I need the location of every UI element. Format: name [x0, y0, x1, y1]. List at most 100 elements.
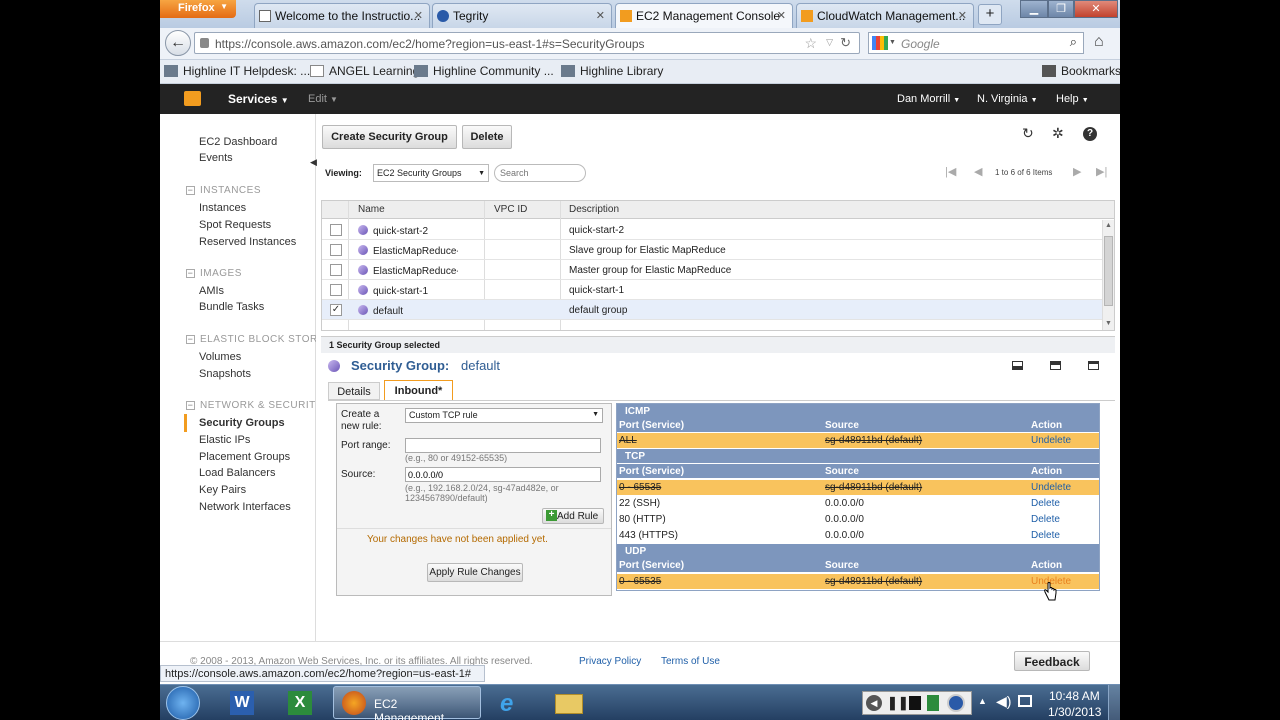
row-checkbox[interactable]	[330, 264, 342, 276]
back-arrow-icon[interactable]: ←	[165, 30, 191, 56]
last-page-icon[interactable]: ▶|	[1096, 165, 1107, 178]
row-checkbox[interactable]	[330, 284, 342, 296]
sidebar-item-key-pairs[interactable]: Key Pairs	[199, 484, 246, 496]
tab-ec2-console[interactable]: EC2 Management Console ✕	[615, 3, 793, 28]
rule-type-select[interactable]: Custom TCP rule ▼	[405, 408, 603, 423]
collapse-icon[interactable]: −	[186, 269, 195, 278]
delete-button[interactable]: Delete	[462, 125, 512, 149]
tab-tegrity[interactable]: Tegrity ✕	[432, 3, 612, 28]
table-row[interactable]: ElasticMapReduce-slave Slave group for El…	[322, 240, 1102, 260]
clock-date[interactable]: 1/30/2013	[1048, 705, 1101, 719]
table-row-selected[interactable]: ✓ default default group	[322, 300, 1102, 320]
search-icon[interactable]: ⌕	[1070, 34, 1077, 50]
sidebar-item-ec2-dashboard[interactable]: EC2 Dashboard	[199, 136, 277, 148]
volume-icon[interactable]: ◀)	[996, 693, 1011, 710]
services-menu[interactable]: Services ▼	[228, 92, 289, 106]
sidebar-item-elastic-ips[interactable]: Elastic IPs	[199, 434, 250, 446]
collapse-sidebar-icon[interactable]: ◀	[310, 157, 317, 168]
dropdown-icon[interactable]: ▽	[826, 37, 833, 48]
reload-icon[interactable]: ↻	[840, 35, 851, 51]
aws-logo-icon[interactable]	[184, 91, 201, 106]
new-tab-button[interactable]: +	[978, 4, 1002, 25]
panel-layout-icon[interactable]	[1050, 361, 1061, 370]
terms-of-use-link[interactable]: Terms of Use	[661, 656, 720, 667]
bookmarks-menu[interactable]: Bookmarks	[1042, 64, 1120, 78]
close-window-button[interactable]: ✕	[1074, 0, 1118, 18]
sidebar-item-instances[interactable]: Instances	[199, 202, 246, 214]
column-header-vpc-id[interactable]: VPC ID	[484, 201, 560, 219]
sidebar-section-instances[interactable]: − INSTANCES	[186, 185, 261, 196]
clock-time[interactable]: 10:48 AM	[1049, 689, 1100, 703]
sidebar-item-bundle-tasks[interactable]: Bundle Tasks	[199, 301, 264, 313]
stop-icon[interactable]	[909, 696, 921, 710]
refresh-icon[interactable]: ↻	[1022, 125, 1034, 142]
pause-icon[interactable]: ❚❚	[887, 695, 909, 711]
network-icon[interactable]	[1018, 695, 1032, 707]
close-icon[interactable]: ✕	[777, 9, 786, 22]
column-header-description[interactable]: Description	[560, 201, 1114, 219]
sidebar-item-reserved-instances[interactable]: Reserved Instances	[199, 236, 296, 248]
sidebar-section-ebs[interactable]: − ELASTIC BLOCK STORE	[186, 334, 316, 345]
show-desktop-button[interactable]	[1108, 685, 1120, 720]
close-icon[interactable]: ✕	[958, 9, 967, 22]
sidebar-item-placement-groups[interactable]: Placement Groups	[199, 451, 290, 463]
sidebar-section-images[interactable]: − IMAGES	[186, 268, 242, 279]
sidebar-item-spot-requests[interactable]: Spot Requests	[199, 219, 271, 231]
next-page-icon[interactable]: ▶	[1073, 165, 1081, 178]
create-security-group-button[interactable]: Create Security Group	[322, 125, 457, 149]
delete-link[interactable]: Delete	[1031, 514, 1060, 525]
help-icon[interactable]: ?	[1083, 127, 1097, 141]
panel-layout-icon[interactable]	[1012, 361, 1023, 370]
sidebar-item-security-groups[interactable]: Security Groups	[199, 417, 285, 429]
sidebar-item-network-interfaces[interactable]: Network Interfaces	[199, 501, 291, 513]
row-checkbox[interactable]	[330, 244, 342, 256]
table-row[interactable]: ElasticMapReduce-maste Master group for E…	[322, 260, 1102, 280]
row-checkbox[interactable]	[330, 224, 342, 236]
collapse-icon[interactable]: −	[186, 401, 195, 410]
sidebar-item-volumes[interactable]: Volumes	[199, 351, 241, 363]
collapse-icon[interactable]: −	[186, 186, 195, 195]
ie-taskbar-icon[interactable]: e	[490, 688, 534, 718]
start-button-icon[interactable]	[166, 686, 200, 720]
edit-menu[interactable]: Edit ▼	[308, 93, 338, 105]
scroll-up-icon[interactable]: ▲	[1105, 222, 1112, 229]
help-menu[interactable]: Help ▼	[1056, 93, 1089, 105]
bookmark-angel[interactable]: ANGEL Learning	[310, 64, 419, 78]
scrollbar-thumb[interactable]	[1104, 236, 1113, 306]
delete-link[interactable]: Delete	[1031, 530, 1060, 541]
search-input[interactable]	[494, 164, 586, 182]
firefox-taskbar-button[interactable]: EC2 Management...	[333, 686, 481, 720]
bookmark-highline-community[interactable]: Highline Community ...	[414, 64, 554, 78]
delete-link[interactable]: Delete	[1031, 498, 1060, 509]
feedback-button[interactable]: Feedback	[1014, 651, 1090, 671]
tab-cloudwatch[interactable]: CloudWatch Management... ✕	[796, 3, 974, 28]
source-input[interactable]	[405, 467, 601, 482]
tab-instructional[interactable]: Welcome to the Instructio... ✕	[254, 3, 430, 28]
panel-maximize-icon[interactable]	[1088, 361, 1099, 370]
maximize-button[interactable]: ❐	[1048, 0, 1074, 18]
add-rule-button[interactable]: + Add Rule	[542, 508, 604, 524]
viewing-select[interactable]: EC2 Security Groups ▼	[373, 164, 489, 182]
search-engine-box[interactable]: ▼ Google ⌕	[868, 32, 1084, 54]
sidebar-item-load-balancers[interactable]: Load Balancers	[199, 467, 275, 479]
firefox-menu-button[interactable]: Firefox ▼	[160, 0, 236, 18]
port-range-input[interactable]	[405, 438, 601, 453]
collapse-icon[interactable]: −	[186, 335, 195, 344]
tegrity-icon[interactable]	[947, 694, 965, 712]
table-scrollbar[interactable]: ▲ ▼	[1102, 220, 1114, 330]
sidebar-section-network-security[interactable]: − NETWORK & SECURITY	[186, 400, 316, 411]
explorer-taskbar-icon[interactable]	[547, 688, 591, 718]
excel-taskbar-icon[interactable]: X	[278, 688, 322, 718]
table-row[interactable]: quick-start-1 quick-start-1	[322, 280, 1102, 300]
row-checkbox-checked[interactable]: ✓	[330, 304, 342, 316]
chevron-down-icon[interactable]: ▼	[889, 39, 896, 46]
star-icon[interactable]: ☆	[804, 35, 817, 52]
apply-rule-changes-button[interactable]: Apply Rule Changes	[427, 563, 523, 582]
scroll-down-icon[interactable]: ▼	[1105, 320, 1112, 327]
close-icon[interactable]: ✕	[414, 9, 423, 22]
undelete-link[interactable]: Undelete	[1031, 435, 1071, 446]
minimize-button[interactable]: ▁	[1020, 0, 1048, 18]
tab-details[interactable]: Details	[328, 382, 380, 400]
close-icon[interactable]: ✕	[596, 9, 605, 22]
gear-icon[interactable]: ✲	[1052, 125, 1064, 142]
